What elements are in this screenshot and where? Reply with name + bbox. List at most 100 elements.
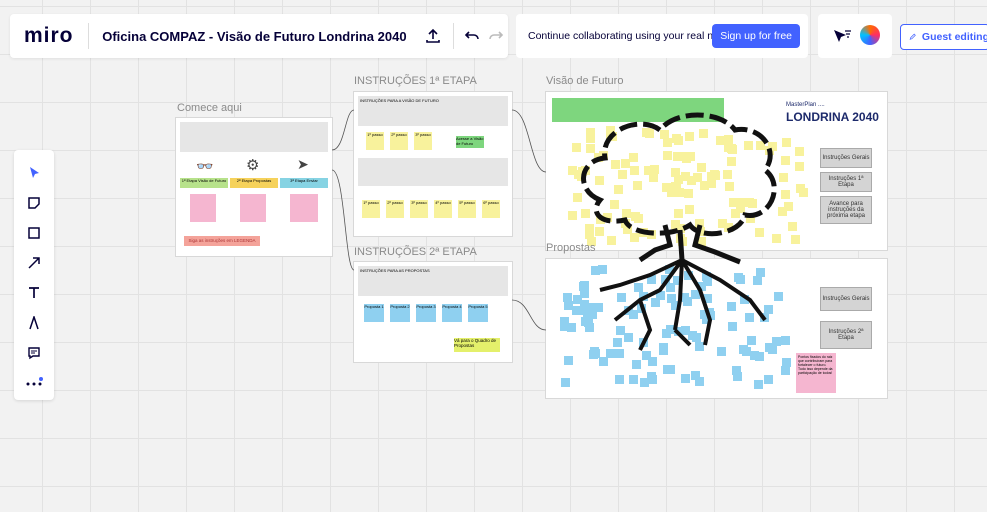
yellow-sticky-note[interactable]	[795, 147, 805, 157]
sticky-note-icon[interactable]	[14, 190, 54, 216]
yellow-sticky-note[interactable]	[610, 160, 620, 170]
blue-sticky-note[interactable]	[681, 374, 691, 384]
yellow-sticky-note[interactable]	[697, 163, 707, 172]
blue-sticky-note[interactable]	[747, 336, 757, 346]
blue-sticky-note[interactable]	[615, 325, 625, 335]
yellow-sticky-note[interactable]	[674, 208, 684, 218]
yellow-sticky-note[interactable]	[675, 223, 685, 233]
yellow-sticky-note[interactable]	[723, 134, 733, 144]
blue-sticky-note[interactable]	[578, 281, 588, 291]
yellow-sticky-note[interactable]	[780, 189, 790, 199]
yellow-sticky-note[interactable]	[573, 193, 583, 203]
yellow-sticky-note[interactable]	[727, 157, 737, 167]
yellow-sticky-note[interactable]	[630, 233, 639, 243]
frame-propostas[interactable]: Instruções Gerais Instruções 2ª Etapa Po…	[546, 259, 887, 398]
yellow-sticky-note[interactable]	[671, 168, 681, 178]
yellow-sticky-note[interactable]	[746, 213, 756, 223]
blue-sticky-note[interactable]	[639, 338, 649, 348]
blue-sticky-note[interactable]	[739, 345, 749, 355]
yellow-sticky-note[interactable]	[683, 188, 693, 198]
yellow-sticky-note[interactable]	[755, 141, 765, 151]
blue-sticky-note[interactable]	[573, 294, 583, 304]
yellow-sticky-note[interactable]	[605, 126, 615, 136]
blue-sticky-note[interactable]	[696, 281, 706, 291]
blue-sticky-note[interactable]	[736, 274, 746, 284]
link-propostas[interactable]: Vá para o Quadro de Propostas	[454, 338, 500, 352]
blue-sticky-note[interactable]	[753, 275, 763, 285]
yellow-sticky-note[interactable]	[772, 234, 781, 244]
blue-sticky-note[interactable]	[690, 289, 700, 299]
miro-logo[interactable]: miro	[10, 24, 88, 48]
blue-sticky-note[interactable]	[701, 272, 711, 282]
shape-icon[interactable]	[14, 220, 54, 246]
more-tools-icon[interactable]	[14, 370, 54, 396]
yellow-sticky-note[interactable]	[788, 222, 798, 232]
blue-sticky-note[interactable]	[590, 347, 600, 357]
blue-sticky-note[interactable]	[716, 347, 726, 357]
blue-sticky-note[interactable]	[728, 322, 738, 332]
yellow-sticky-note[interactable]	[571, 143, 581, 153]
yellow-sticky-note[interactable]	[724, 181, 734, 191]
blue-sticky-note[interactable]	[768, 345, 778, 355]
comment-icon[interactable]	[14, 340, 54, 366]
blue-sticky-note[interactable]	[623, 332, 633, 342]
blue-sticky-note[interactable]	[780, 366, 790, 376]
yellow-sticky-note[interactable]	[682, 154, 692, 164]
yellow-sticky-note[interactable]	[594, 175, 604, 185]
yellow-sticky-note[interactable]	[709, 170, 719, 180]
blue-sticky-note[interactable]	[629, 309, 639, 319]
yellow-sticky-note[interactable]	[695, 227, 705, 237]
blue-sticky-note[interactable]	[759, 313, 769, 323]
blue-sticky-note[interactable]	[615, 375, 625, 385]
blue-sticky-note[interactable]	[585, 303, 595, 313]
yellow-sticky-note[interactable]	[777, 206, 787, 216]
frame-visao-futuro[interactable]: MasterPlan .... LONDRINA 2040 Instruções…	[546, 92, 887, 250]
blue-sticky-note[interactable]	[612, 337, 622, 347]
yellow-sticky-note[interactable]	[662, 183, 672, 193]
arrow-icon[interactable]	[14, 250, 54, 276]
yellow-sticky-note[interactable]	[621, 208, 631, 218]
yellow-sticky-note[interactable]	[647, 230, 657, 240]
yellow-sticky-note[interactable]	[659, 129, 669, 139]
yellow-sticky-note[interactable]	[617, 170, 627, 180]
yellow-sticky-note[interactable]	[584, 224, 594, 234]
yellow-sticky-note[interactable]	[778, 172, 788, 182]
yellow-sticky-note[interactable]	[686, 175, 696, 185]
yellow-sticky-note[interactable]	[648, 172, 658, 182]
blue-sticky-note[interactable]	[781, 335, 791, 345]
blue-sticky-note[interactable]	[691, 333, 701, 343]
frame-instrucoes-etapa2[interactable]: INSTRUÇÕES PARA AS PROPOSTAS Proposta 1 …	[354, 262, 512, 362]
yellow-sticky-note[interactable]	[706, 178, 716, 188]
blue-sticky-note[interactable]	[661, 328, 671, 338]
yellow-sticky-note[interactable]	[610, 199, 620, 209]
blue-sticky-note[interactable]	[628, 375, 638, 385]
yellow-sticky-note[interactable]	[598, 151, 608, 161]
yellow-sticky-note[interactable]	[744, 140, 754, 150]
blue-sticky-note[interactable]	[590, 266, 600, 276]
blue-sticky-note[interactable]	[563, 356, 573, 366]
blue-sticky-note[interactable]	[651, 297, 661, 307]
blue-sticky-note[interactable]	[639, 378, 649, 388]
yellow-sticky-note[interactable]	[782, 137, 792, 147]
yellow-sticky-note[interactable]	[629, 152, 639, 162]
yellow-sticky-note[interactable]	[765, 145, 775, 155]
blue-sticky-note[interactable]	[560, 378, 570, 388]
yellow-sticky-note[interactable]	[596, 214, 606, 224]
blue-sticky-note[interactable]	[665, 365, 675, 375]
blue-sticky-note[interactable]	[665, 265, 675, 275]
yellow-sticky-note[interactable]	[718, 218, 728, 228]
blue-sticky-note[interactable]	[755, 352, 765, 362]
blue-sticky-note[interactable]	[647, 275, 657, 285]
blue-sticky-note[interactable]	[782, 357, 792, 367]
blue-sticky-note[interactable]	[566, 322, 576, 332]
yellow-sticky-note[interactable]	[699, 128, 709, 138]
blue-sticky-note[interactable]	[744, 312, 754, 322]
yellow-sticky-note[interactable]	[754, 228, 764, 238]
yellow-sticky-note[interactable]	[662, 138, 672, 148]
blue-sticky-note[interactable]	[679, 292, 689, 302]
yellow-sticky-note[interactable]	[630, 166, 640, 176]
yellow-sticky-note[interactable]	[630, 211, 640, 221]
blue-sticky-note[interactable]	[674, 326, 684, 336]
select-tool-icon[interactable]	[14, 160, 54, 186]
blue-sticky-note[interactable]	[648, 356, 658, 366]
